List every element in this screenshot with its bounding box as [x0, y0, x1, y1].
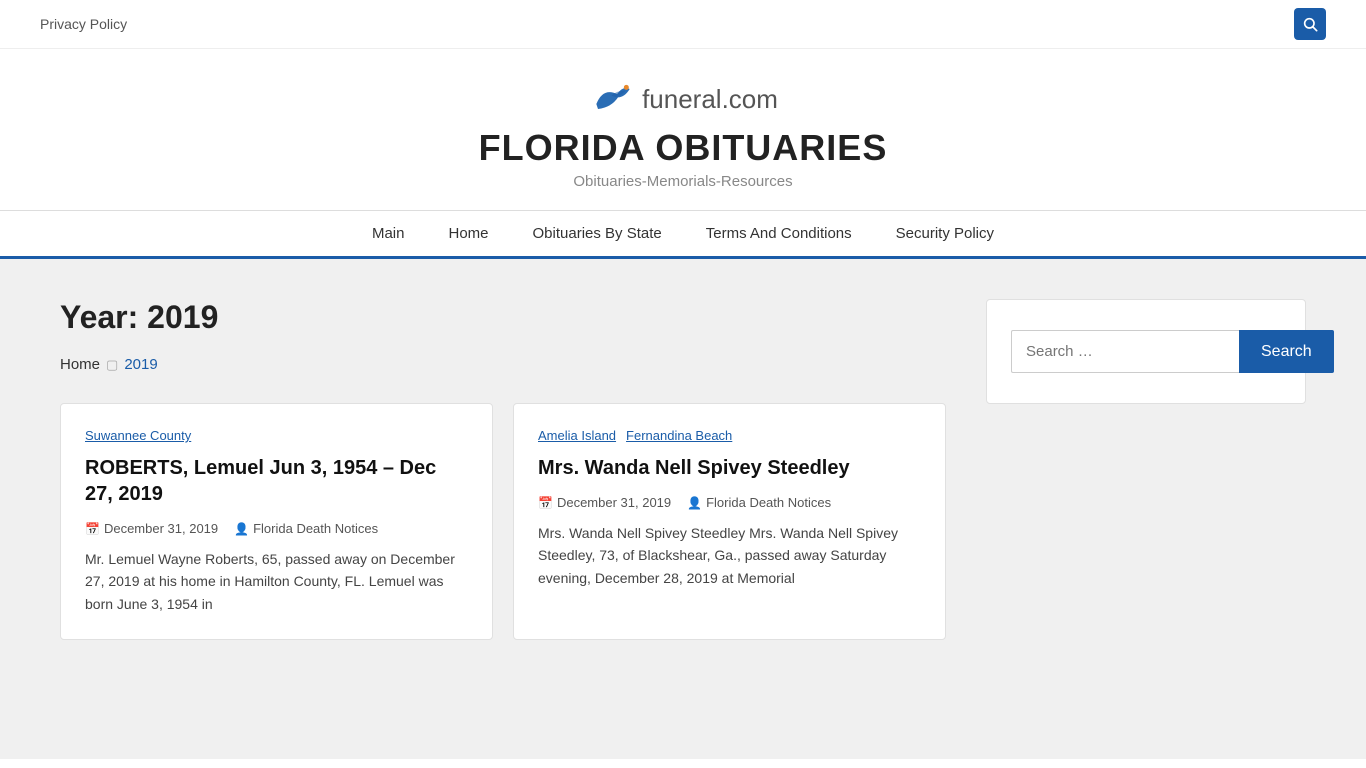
- breadcrumb-home[interactable]: Home: [60, 356, 100, 373]
- year-value: 2019: [147, 299, 218, 335]
- nav-item-obituaries-by-state[interactable]: Obituaries By State: [511, 211, 684, 256]
- cards-grid: Suwannee County ROBERTS, Lemuel Jun 3, 1…: [60, 403, 946, 640]
- card-2-tags: Amelia Island Fernandina Beach: [538, 428, 921, 443]
- card-1-meta: 📅 December 31, 2019 👤 Florida Death Noti…: [85, 521, 468, 536]
- main-content: Year: 2019 Home ▢ 2019 Suwannee County R…: [60, 299, 946, 719]
- person-icon: 👤: [234, 522, 249, 536]
- breadcrumb-separator: ▢: [106, 357, 118, 373]
- search-button[interactable]: Search: [1239, 330, 1334, 373]
- logo-bird-icon: [588, 79, 638, 119]
- nav-item-main[interactable]: Main: [350, 211, 427, 256]
- logo-text: funeral.com: [642, 84, 778, 115]
- card-2-author: 👤 Florida Death Notices: [687, 495, 831, 510]
- calendar-icon: 📅: [85, 522, 100, 536]
- card-1-tag-0[interactable]: Suwannee County: [85, 428, 191, 443]
- card-2-title: Mrs. Wanda Nell Spivey Steedley: [538, 455, 921, 481]
- card-2-excerpt: Mrs. Wanda Nell Spivey Steedley Mrs. Wan…: [538, 522, 921, 589]
- page-wrapper: Year: 2019 Home ▢ 2019 Suwannee County R…: [0, 259, 1366, 759]
- search-icon-top[interactable]: [1294, 8, 1326, 40]
- card-2: Amelia Island Fernandina Beach Mrs. Wand…: [513, 403, 946, 640]
- site-tagline: Obituaries-Memorials-Resources: [20, 173, 1346, 190]
- search-form: Search: [1011, 330, 1281, 373]
- nav-item-security[interactable]: Security Policy: [874, 211, 1016, 256]
- card-1-tags: Suwannee County: [85, 428, 468, 443]
- top-bar: Privacy Policy: [0, 0, 1366, 49]
- logo-area: funeral.com: [20, 79, 1346, 119]
- search-input[interactable]: [1011, 330, 1239, 373]
- card-1-date: 📅 December 31, 2019: [85, 521, 218, 536]
- person-icon-2: 👤: [687, 496, 702, 510]
- privacy-policy-link[interactable]: Privacy Policy: [40, 16, 127, 32]
- card-1-title: ROBERTS, Lemuel Jun 3, 1954 – Dec 27, 20…: [85, 455, 468, 507]
- site-header: funeral.com FLORIDA OBITUARIES Obituarie…: [0, 49, 1366, 210]
- site-title: FLORIDA OBITUARIES: [20, 127, 1346, 169]
- card-2-meta: 📅 December 31, 2019 👤 Florida Death Noti…: [538, 495, 921, 510]
- breadcrumb: Home ▢ 2019: [60, 356, 946, 373]
- card-2-tag-0[interactable]: Amelia Island: [538, 428, 616, 443]
- card-2-date: 📅 December 31, 2019: [538, 495, 671, 510]
- card-2-tag-1[interactable]: Fernandina Beach: [626, 428, 732, 443]
- main-nav: Main Home Obituaries By State Terms And …: [0, 210, 1366, 259]
- nav-item-home[interactable]: Home: [426, 211, 510, 256]
- calendar-icon-2: 📅: [538, 496, 553, 510]
- card-1-author: 👤 Florida Death Notices: [234, 521, 378, 536]
- breadcrumb-year[interactable]: 2019: [124, 356, 157, 373]
- sidebar: Search: [986, 299, 1306, 719]
- card-1: Suwannee County ROBERTS, Lemuel Jun 3, 1…: [60, 403, 493, 640]
- year-heading: Year: 2019: [60, 299, 946, 336]
- search-widget: Search: [986, 299, 1306, 404]
- nav-item-terms[interactable]: Terms And Conditions: [684, 211, 874, 256]
- card-1-excerpt: Mr. Lemuel Wayne Roberts, 65, passed awa…: [85, 548, 468, 615]
